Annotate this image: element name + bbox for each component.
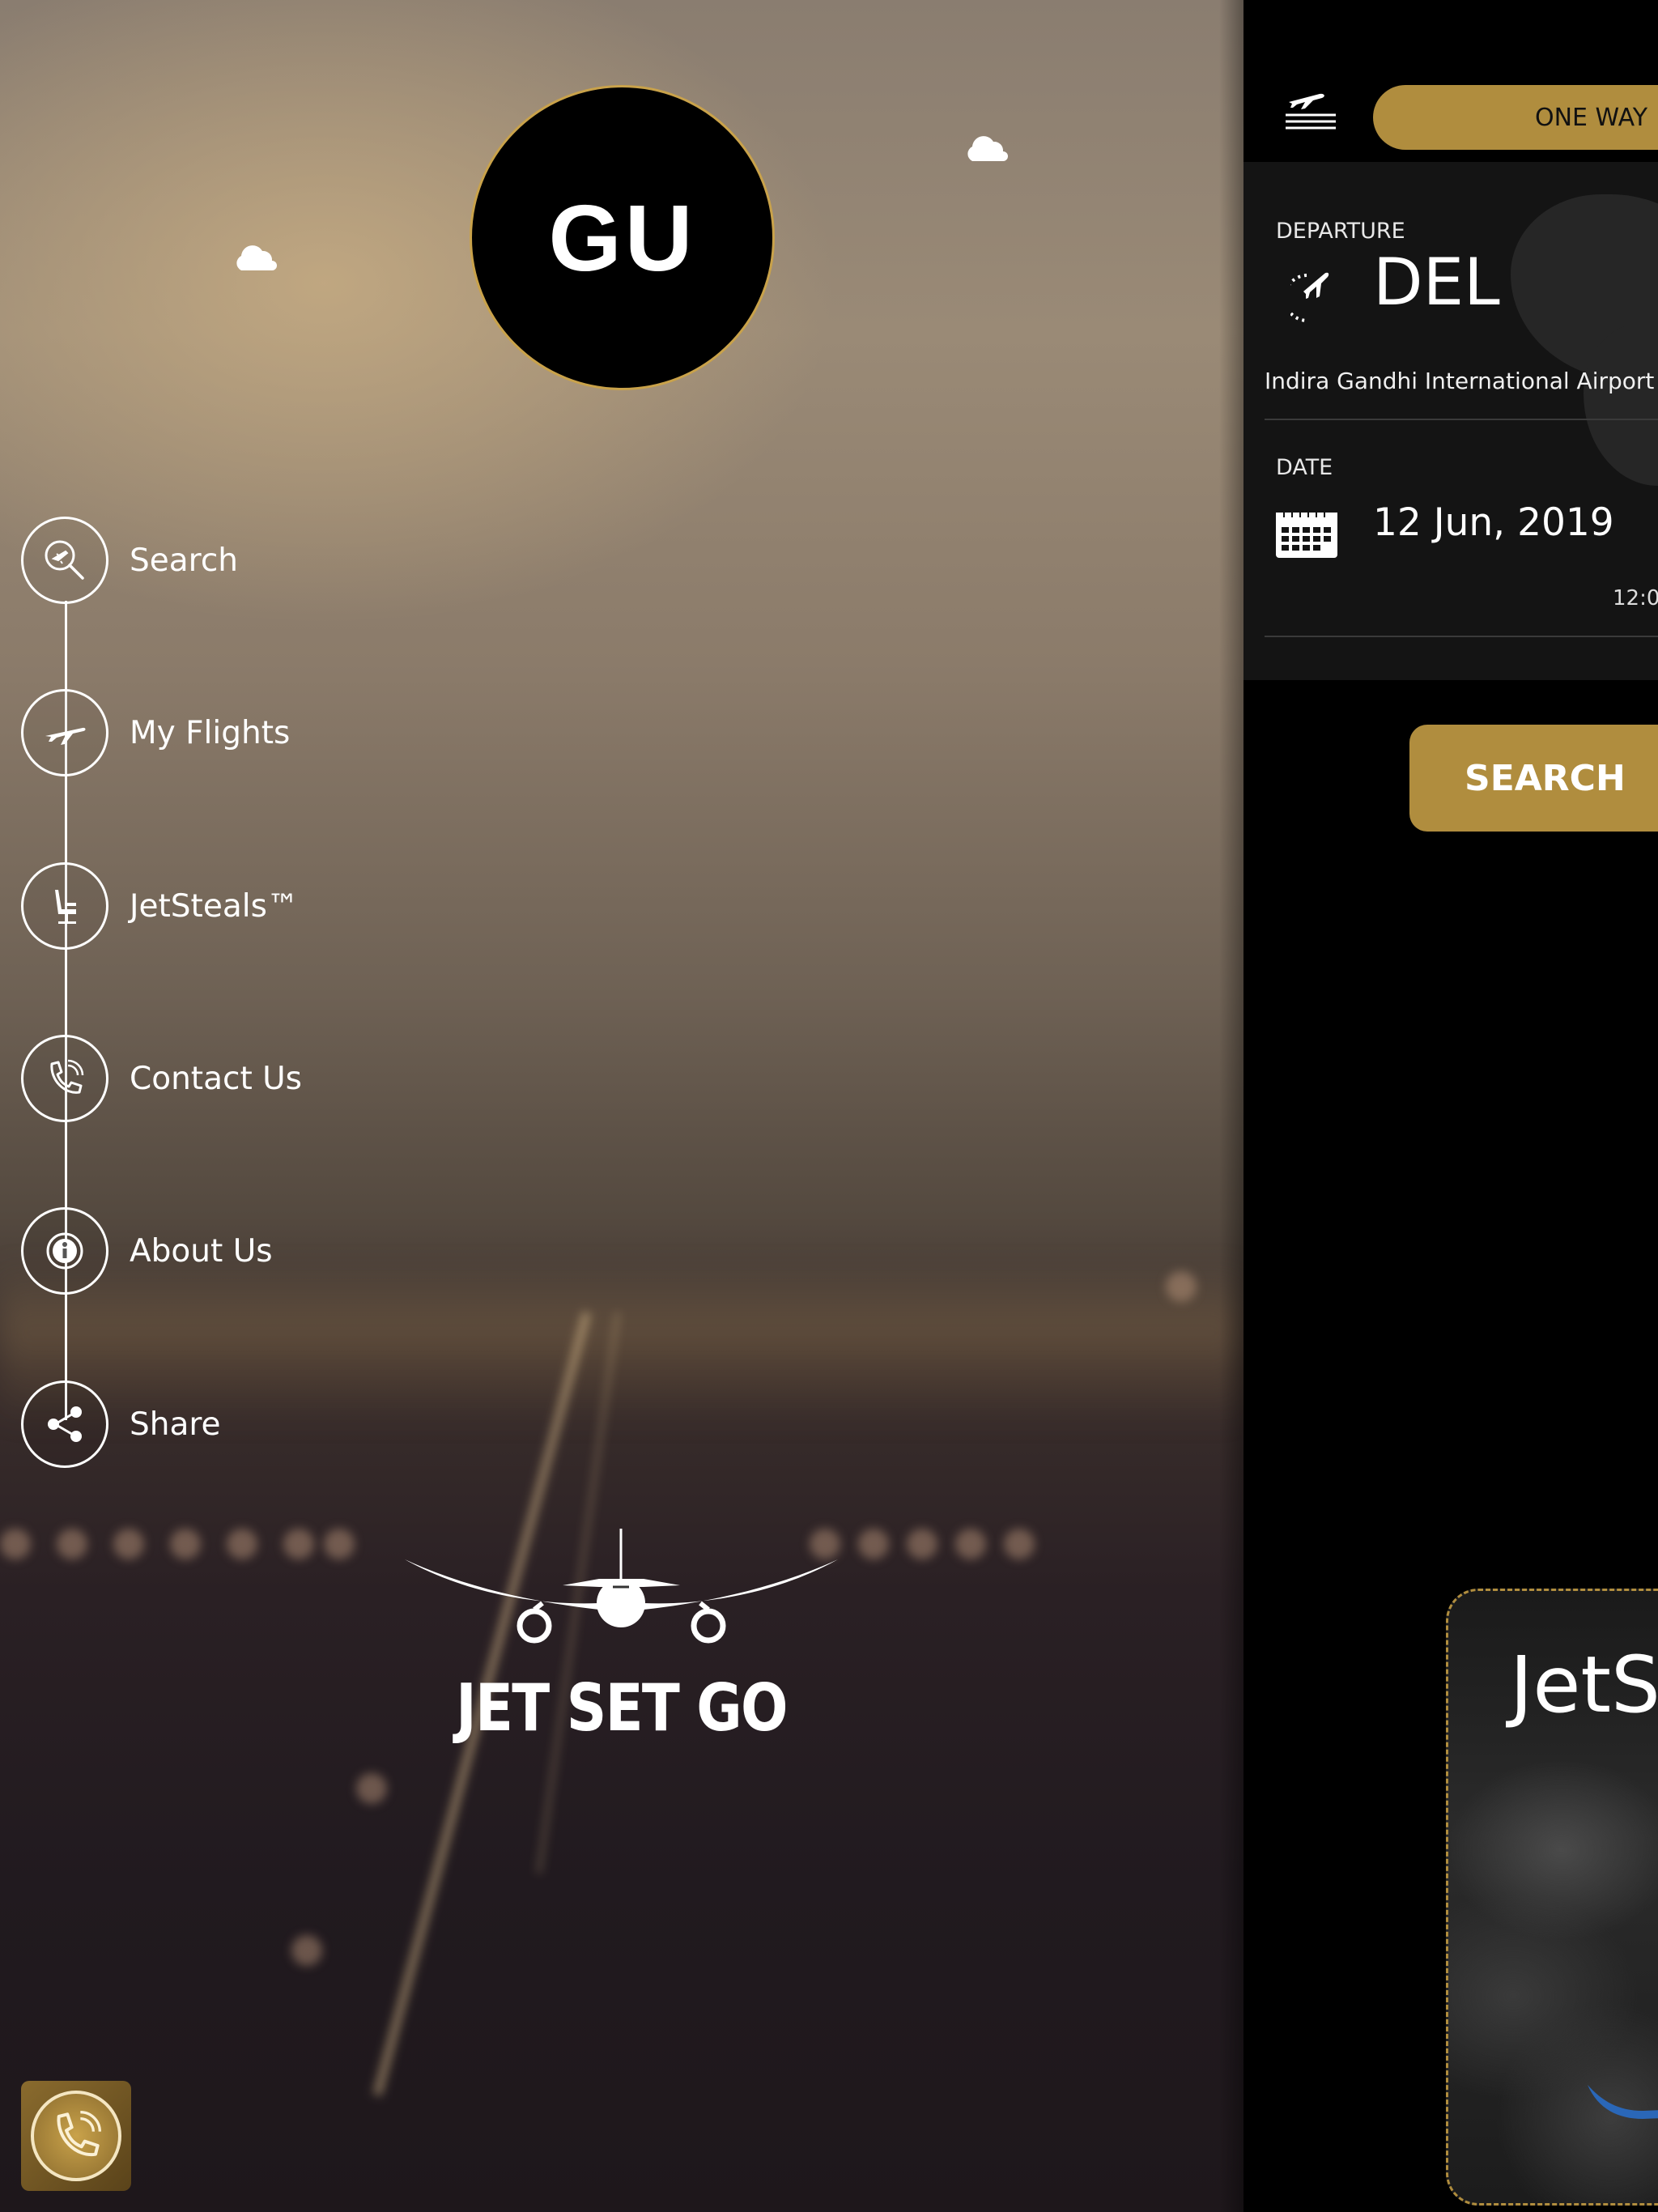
info-icon bbox=[21, 1207, 108, 1295]
departure-label: DEPARTURE bbox=[1276, 219, 1405, 244]
promo-title: JetS bbox=[1510, 1640, 1658, 1730]
menu-item-about-us[interactable]: About Us bbox=[21, 1207, 273, 1295]
user-avatar[interactable]: GU bbox=[470, 85, 775, 390]
share-icon bbox=[21, 1380, 108, 1468]
runway-light bbox=[283, 1529, 314, 1559]
call-button[interactable] bbox=[21, 2081, 131, 2191]
runway-light bbox=[858, 1529, 889, 1559]
runway-light bbox=[324, 1529, 355, 1559]
trip-type-one-way-tab[interactable]: ONE WAY bbox=[1373, 85, 1658, 150]
menu-item-search[interactable]: Search bbox=[21, 517, 238, 604]
divider bbox=[1265, 419, 1658, 420]
runway-light bbox=[113, 1529, 144, 1559]
main-content: ONE WAY DEPARTURE DEL Indira Gandhi Inte… bbox=[1244, 0, 1658, 2212]
runway-light bbox=[170, 1529, 201, 1559]
menu-label: Share bbox=[130, 1406, 221, 1443]
drawer-edge-shadow bbox=[1219, 0, 1244, 2212]
runway-light bbox=[907, 1529, 937, 1559]
airplane-icon bbox=[21, 689, 108, 776]
menu-item-my-flights[interactable]: My Flights bbox=[21, 689, 290, 776]
avatar-initials: GU bbox=[548, 185, 696, 291]
departure-time-value[interactable]: 12:0 bbox=[1613, 586, 1658, 610]
cloud-icon bbox=[967, 136, 1008, 161]
search-button[interactable]: SEARCH bbox=[1409, 725, 1658, 832]
date-label: DATE bbox=[1276, 455, 1333, 480]
runway-light bbox=[1166, 1271, 1197, 1302]
departure-date-value[interactable]: 12 Jun, 2019 bbox=[1373, 500, 1614, 545]
menu-label: My Flights bbox=[130, 714, 291, 751]
departure-code[interactable]: DEL bbox=[1373, 245, 1500, 320]
phone-call-icon bbox=[31, 2091, 121, 2181]
menu-label: Contact Us bbox=[130, 1060, 302, 1097]
runway-light bbox=[955, 1529, 986, 1559]
runway-light bbox=[0, 1529, 31, 1559]
runway-light bbox=[227, 1529, 257, 1559]
flight-search-icon bbox=[21, 517, 108, 604]
divider bbox=[1265, 636, 1658, 637]
jetsetgo-logo: JET SET GO bbox=[401, 1529, 842, 1746]
menu-item-contact-us[interactable]: Contact Us bbox=[21, 1035, 302, 1122]
takeoff-icon bbox=[1290, 272, 1329, 323]
runway-light bbox=[356, 1773, 387, 1804]
menu-item-jetsteals[interactable]: JetSteals™ bbox=[21, 862, 299, 950]
jet-silhouette-icon bbox=[1588, 2085, 1658, 2119]
menu-item-share[interactable]: Share bbox=[21, 1380, 221, 1468]
menu-label: Search bbox=[130, 542, 238, 579]
runway-light bbox=[57, 1529, 87, 1559]
flight-menu-icon[interactable] bbox=[1284, 83, 1337, 135]
menu-label: About Us bbox=[130, 1232, 273, 1270]
runway-light bbox=[1004, 1529, 1035, 1559]
search-form-card: DEPARTURE DEL Indira Gandhi Internationa… bbox=[1244, 162, 1658, 680]
departure-airport-name: Indira Gandhi International Airport bbox=[1265, 368, 1655, 394]
seat-icon bbox=[21, 862, 108, 950]
brand-name: JET SET GO bbox=[456, 1670, 788, 1746]
cloud-icon bbox=[236, 245, 277, 270]
top-bar: ONE WAY bbox=[1244, 0, 1658, 162]
runway-light bbox=[291, 1935, 322, 1966]
jetsteals-promo-card[interactable]: JetS bbox=[1446, 1589, 1658, 2206]
app-screen: GU Search My Flights JetSteals™ Contact … bbox=[0, 0, 1658, 2212]
airplane-logo-icon bbox=[405, 1529, 838, 1644]
side-drawer: GU Search My Flights JetSteals™ Contact … bbox=[0, 0, 1244, 2212]
phone-icon bbox=[21, 1035, 108, 1122]
calendar-icon bbox=[1276, 508, 1337, 558]
menu-label: JetSteals™ bbox=[130, 887, 299, 925]
